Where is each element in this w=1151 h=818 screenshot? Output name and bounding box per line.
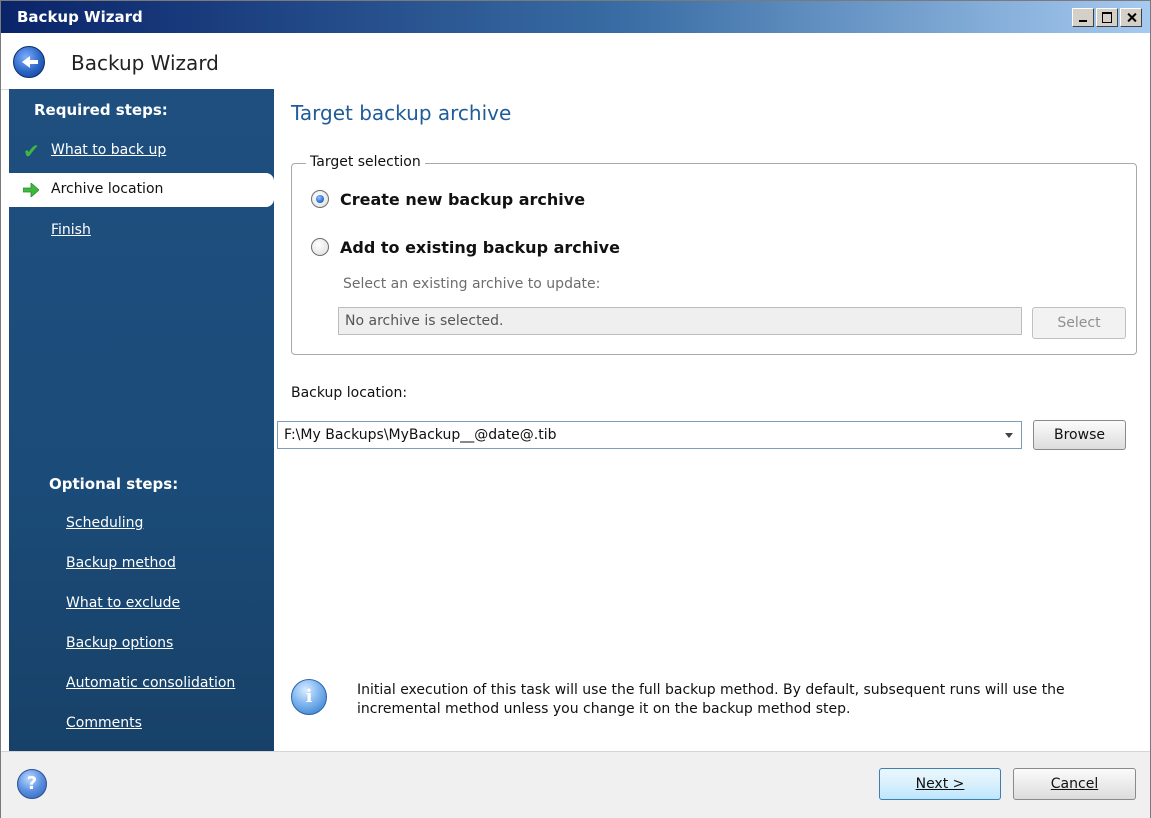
backup-location-combo[interactable]: F:\My Backups\MyBackup__@date@.tib bbox=[277, 421, 1022, 449]
window-title: Backup Wizard bbox=[17, 8, 143, 26]
checkmark-icon: ✔ bbox=[23, 139, 40, 163]
minimize-button[interactable] bbox=[1072, 8, 1094, 27]
browse-button[interactable]: Browse bbox=[1033, 420, 1126, 450]
window-controls bbox=[1072, 8, 1142, 27]
step-scheduling[interactable]: Scheduling bbox=[66, 515, 143, 531]
required-steps-heading: Required steps: bbox=[34, 101, 168, 119]
info-message: Initial execution of this task will use … bbox=[357, 682, 1065, 717]
maximize-button[interactable] bbox=[1096, 8, 1118, 27]
target-selection-legend: Target selection bbox=[306, 154, 425, 170]
chevron-down-icon[interactable] bbox=[1005, 433, 1013, 438]
help-icon[interactable]: ? bbox=[17, 769, 47, 799]
backup-location-label: Backup location: bbox=[291, 385, 408, 401]
create-new-archive-radio[interactable] bbox=[311, 190, 329, 208]
create-new-archive-label[interactable]: Create new backup archive bbox=[340, 190, 585, 209]
page-title: Target backup archive bbox=[291, 101, 512, 125]
step-automatic-consolidation[interactable]: Automatic consolidation bbox=[66, 675, 235, 691]
step-archive-location-label: Archive location bbox=[51, 181, 164, 197]
step-finish[interactable]: Finish bbox=[51, 222, 91, 238]
next-button[interactable]: Next > bbox=[879, 768, 1001, 800]
step-comments[interactable]: Comments bbox=[66, 715, 142, 731]
existing-archive-field: No archive is selected. bbox=[338, 307, 1022, 335]
close-button[interactable] bbox=[1120, 8, 1142, 27]
add-to-existing-radio[interactable] bbox=[311, 238, 329, 256]
next-button-label: Next > bbox=[915, 776, 965, 792]
cancel-button-label: Cancel bbox=[1050, 776, 1099, 792]
step-backup-method[interactable]: Backup method bbox=[66, 555, 176, 571]
add-to-existing-label[interactable]: Add to existing backup archive bbox=[340, 238, 620, 257]
step-archive-location[interactable]: Archive location bbox=[9, 173, 274, 207]
green-arrow-icon bbox=[23, 183, 39, 197]
cancel-button[interactable]: Cancel bbox=[1013, 768, 1136, 800]
select-archive-button[interactable]: Select bbox=[1032, 307, 1126, 339]
optional-steps-heading: Optional steps: bbox=[49, 475, 179, 493]
step-what-to-back-up[interactable]: What to back up bbox=[51, 142, 166, 158]
header-title: Backup Wizard bbox=[71, 51, 219, 75]
title-bar: Backup Wizard bbox=[1, 1, 1150, 33]
step-what-to-exclude[interactable]: What to exclude bbox=[66, 595, 180, 611]
backup-location-value: F:\My Backups\MyBackup__@date@.tib bbox=[284, 427, 557, 443]
wizard-header: Backup Wizard bbox=[1, 33, 1150, 90]
step-backup-options[interactable]: Backup options bbox=[66, 635, 173, 651]
back-arrow-icon[interactable] bbox=[13, 46, 45, 78]
existing-archive-prompt: Select an existing archive to update: bbox=[343, 276, 601, 292]
backup-wizard-window: Backup Wizard Backup Wizard Required ste… bbox=[0, 0, 1151, 818]
info-icon bbox=[291, 679, 327, 715]
